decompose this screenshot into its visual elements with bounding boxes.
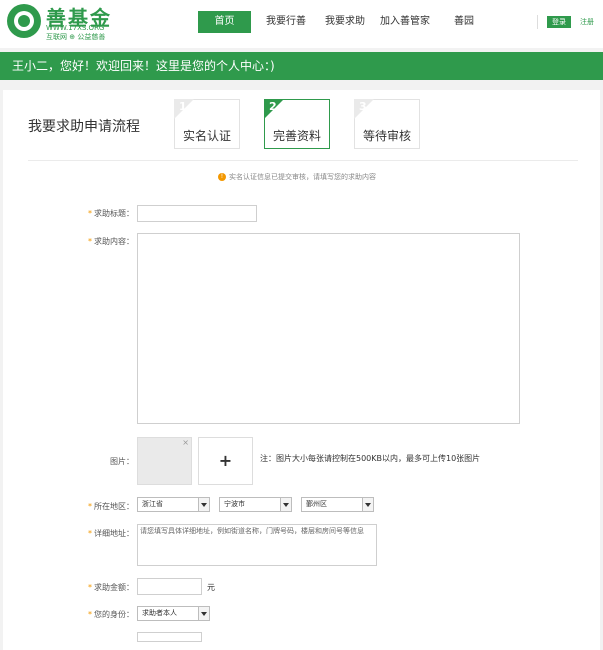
nav-help[interactable]: 我要求助 bbox=[320, 11, 370, 33]
identity-label: * 您的身份： bbox=[88, 610, 134, 619]
amount-input[interactable] bbox=[137, 578, 202, 595]
logo-subtitle: 互联网 ⊕ 公益慈善 bbox=[46, 33, 106, 41]
logo-url: WWW.17XS.ORG bbox=[46, 24, 105, 32]
process-title: 我要求助申请流程 bbox=[28, 119, 140, 135]
step-label: 等待审核 bbox=[362, 129, 411, 143]
step-1: 1 实名认证 bbox=[174, 99, 240, 149]
logo-icon[interactable] bbox=[7, 4, 41, 38]
step-2: 2 完善资料 bbox=[264, 99, 330, 149]
title-label: * 求助标题： bbox=[88, 209, 134, 218]
step-number: 2 bbox=[269, 100, 277, 113]
amount-label: * 求助金额： bbox=[88, 583, 134, 592]
chevron-down-icon bbox=[198, 607, 209, 620]
register-link[interactable]: 注册 bbox=[580, 16, 594, 28]
region-label: * 所在地区： bbox=[88, 502, 134, 511]
address-label: * 详细地址： bbox=[88, 529, 134, 538]
welcome-text: 王小二，您好！欢迎回来！这里是您的个人中心：) bbox=[12, 59, 275, 73]
notice-text: 实名认证信息已提交审核，请填写您的求助内容 bbox=[229, 173, 376, 181]
step-3: 3 等待审核 bbox=[354, 99, 420, 149]
image-note: 注：图片大小每张请控制在500KB以内，最多可上传10张图片 bbox=[260, 454, 481, 463]
content-label: * 求助内容： bbox=[88, 237, 134, 246]
chevron-down-icon bbox=[198, 498, 209, 511]
login-button[interactable]: 登录 bbox=[547, 16, 571, 28]
top-header: 善基金 WWW.17XS.ORG 互联网 ⊕ 公益慈善 首页 我要行善 我要求助… bbox=[0, 0, 603, 48]
nav-home[interactable]: 首页 bbox=[198, 11, 251, 33]
nav-donate[interactable]: 我要行善 bbox=[260, 11, 312, 33]
nav-join[interactable]: 加入善管家 bbox=[375, 11, 435, 33]
identity-select[interactable]: 求助者本人 bbox=[137, 606, 210, 621]
city-select[interactable]: 宁波市 bbox=[219, 497, 292, 512]
district-select[interactable]: 鄞州区 bbox=[301, 497, 374, 512]
chevron-down-icon bbox=[362, 498, 373, 511]
title-input[interactable] bbox=[137, 205, 257, 222]
add-image-button[interactable]: + bbox=[198, 437, 253, 485]
next-field-input[interactable] bbox=[137, 632, 202, 642]
image-label: 图片： bbox=[110, 457, 134, 466]
close-icon[interactable]: × bbox=[182, 438, 189, 447]
address-textarea[interactable]: 请您填写具体详细地址，例如街道名称，门牌号码，楼层和房间号等信息 bbox=[137, 524, 377, 566]
header-divider bbox=[537, 15, 538, 29]
step-label: 实名认证 bbox=[182, 129, 231, 143]
amount-unit: 元 bbox=[207, 583, 215, 592]
step-label: 完善资料 bbox=[272, 129, 321, 143]
content-textarea[interactable] bbox=[137, 233, 520, 424]
province-select[interactable]: 浙江省 bbox=[137, 497, 210, 512]
section-divider bbox=[28, 160, 578, 161]
info-icon: ! bbox=[218, 173, 226, 181]
step-number: 1 bbox=[179, 100, 187, 113]
image-thumbnail: × bbox=[137, 437, 192, 485]
chevron-down-icon bbox=[280, 498, 291, 511]
welcome-banner: 王小二，您好！欢迎回来！这里是您的个人中心：) bbox=[0, 52, 603, 80]
step-number: 3 bbox=[359, 100, 367, 113]
nav-garden[interactable]: 善园 bbox=[445, 11, 483, 33]
